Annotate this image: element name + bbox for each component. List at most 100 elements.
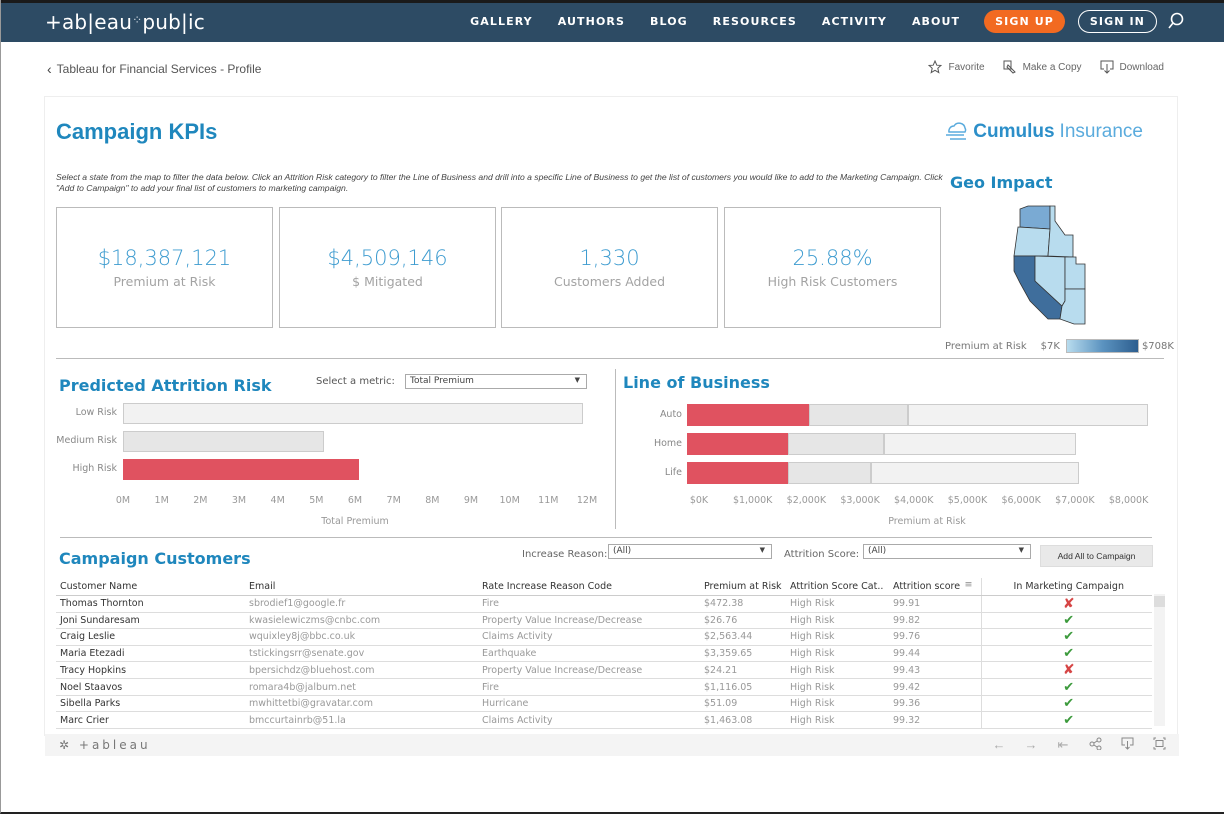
- download-button[interactable]: Download: [1100, 60, 1164, 74]
- bar-auto-low-risk[interactable]: [907, 404, 1148, 426]
- bar-high-risk[interactable]: [123, 459, 359, 480]
- search-icon[interactable]: [1167, 12, 1185, 30]
- bar-low-risk[interactable]: [123, 403, 584, 424]
- sort-icon[interactable]: ≡: [965, 579, 973, 590]
- table-row[interactable]: Noel Staavos romara4b@jalbum.net Fire $1,11…: [56, 678, 1152, 696]
- nav-authors[interactable]: AUTHORS: [558, 15, 625, 28]
- checkmark-icon[interactable]: ✔: [1063, 680, 1074, 695]
- undo-icon[interactable]: ←: [983, 737, 1015, 753]
- table-row[interactable]: Joni Sundaresam kwasielewiczms@cnbc.com Pr…: [56, 612, 1152, 630]
- bar-home-low-risk[interactable]: [883, 433, 1076, 455]
- customer-name-cell: Noel Staavos: [56, 678, 245, 696]
- revert-icon[interactable]: ⇤: [1047, 737, 1079, 753]
- col-premium[interactable]: Premium at Risk: [700, 578, 786, 596]
- category-label[interactable]: Home: [615, 438, 682, 449]
- download-icon[interactable]: [1111, 737, 1143, 753]
- in-campaign-cell[interactable]: ✔: [980, 612, 1152, 630]
- bar-home-high-risk[interactable]: [687, 433, 788, 455]
- checkmark-icon[interactable]: ✔: [1063, 646, 1074, 661]
- table-row[interactable]: Tracy Hopkins bpersichdz@bluehost.com Prop…: [56, 661, 1152, 680]
- x-tick-label: 1M: [154, 495, 169, 506]
- x-mark-icon[interactable]: ✘: [1063, 662, 1075, 678]
- score-cell: 99.91: [889, 595, 981, 613]
- bar-auto-high-risk[interactable]: [687, 404, 809, 426]
- legend-max: $708K: [1141, 340, 1174, 352]
- nav-blog[interactable]: BLOG: [650, 15, 688, 28]
- in-campaign-cell[interactable]: ✘: [980, 661, 1152, 680]
- category-label[interactable]: Low Risk: [45, 407, 117, 418]
- chevron-down-icon: ▼: [759, 546, 765, 554]
- category-label[interactable]: Medium Risk: [45, 435, 117, 446]
- scrollbar-thumb[interactable]: [1154, 596, 1165, 607]
- score-cell: 99.76: [889, 628, 981, 646]
- kpi-label: Customers Added: [553, 274, 666, 289]
- x-mark-icon[interactable]: ✘: [1063, 596, 1075, 612]
- col-email[interactable]: Email: [245, 578, 478, 596]
- category-cell: High Risk: [786, 645, 889, 663]
- nav-about[interactable]: ABOUT: [912, 15, 960, 28]
- add-all-to-campaign-button[interactable]: Add All to Campaign: [1040, 545, 1153, 567]
- category-cell: High Risk: [786, 628, 889, 646]
- fullscreen-icon[interactable]: [1143, 737, 1175, 753]
- table-row[interactable]: Sibella Parks mwhittetbi@gravatar.com Hurr…: [56, 695, 1152, 713]
- x-tick-label: 7M: [386, 495, 401, 506]
- table-row[interactable]: Maria Etezadi tstickingsrr@senate.gov Eart…: [56, 645, 1152, 663]
- bar-medium-risk[interactable]: [123, 431, 325, 452]
- checkmark-icon[interactable]: ✔: [1063, 629, 1074, 644]
- attrition-score-dropdown[interactable]: (All) ▼: [863, 544, 1031, 559]
- nav-resources[interactable]: RESOURCES: [713, 15, 797, 28]
- favorite-button[interactable]: Favorite: [928, 60, 985, 74]
- table-scrollbar[interactable]: [1154, 594, 1165, 726]
- checkmark-icon[interactable]: ✔: [1063, 696, 1074, 711]
- category-label[interactable]: High Risk: [45, 463, 117, 474]
- x-tick-label: $6,000K: [1001, 495, 1041, 506]
- col-in-campaign[interactable]: In Marketing Campaign: [980, 578, 1152, 596]
- in-campaign-cell[interactable]: ✔: [980, 711, 1152, 730]
- premium-cell: $1,463.08: [700, 711, 786, 730]
- in-campaign-cell[interactable]: ✔: [980, 645, 1152, 663]
- sign-up-button[interactable]: SIGN UP: [984, 10, 1065, 33]
- kpi-premium-at-risk: $18,387,121 Premium at Risk: [56, 207, 273, 328]
- col-reason[interactable]: Rate Increase Reason Code: [478, 578, 700, 596]
- col-score-label: Attrition score: [893, 580, 961, 592]
- bar-life-medium-risk[interactable]: [787, 462, 872, 484]
- nav-activity[interactable]: ACTIVITY: [822, 15, 887, 28]
- email-cell: sbrodief1@google.fr: [245, 595, 478, 613]
- checkmark-icon[interactable]: ✔: [1063, 713, 1074, 728]
- make-copy-button[interactable]: Make a Copy: [1003, 60, 1082, 74]
- table-row[interactable]: Craig Leslie wquixley8j@bbc.co.uk Claims A…: [56, 628, 1152, 646]
- nav-gallery[interactable]: GALLERY: [470, 15, 533, 28]
- state-oregon[interactable]: [1013, 226, 1051, 257]
- bar-auto-medium-risk[interactable]: [808, 404, 908, 426]
- in-campaign-cell[interactable]: ✔: [980, 628, 1152, 646]
- tableau-footer-logo[interactable]: ✲ +ableau: [59, 738, 151, 752]
- col-customer-name[interactable]: Customer Name: [56, 578, 245, 596]
- bar-life-low-risk[interactable]: [871, 462, 1079, 484]
- customer-name-cell: Thomas Thornton: [56, 595, 245, 613]
- state-washington[interactable]: [1019, 205, 1051, 230]
- category-label[interactable]: Life: [615, 467, 682, 478]
- bar-life-high-risk[interactable]: [687, 462, 788, 484]
- redo-icon[interactable]: →: [1015, 737, 1047, 753]
- bar-home-medium-risk[interactable]: [787, 433, 884, 455]
- in-campaign-cell[interactable]: ✔: [980, 695, 1152, 713]
- email-cell: bmccurtainrb@51.la: [245, 711, 478, 730]
- sign-in-button[interactable]: SIGN IN: [1077, 10, 1157, 33]
- dashboard: Campaign KPIs Cumulus Insurance Select a…: [44, 96, 1179, 756]
- state-idaho[interactable]: [1047, 205, 1074, 258]
- category-label[interactable]: Auto: [615, 409, 682, 420]
- col-category[interactable]: Attrition Score Cat..: [786, 578, 889, 596]
- table-row[interactable]: Marc Crier bmccurtainrb@51.la Claims Activ…: [56, 711, 1152, 730]
- metric-dropdown[interactable]: Total Premium ▼: [405, 374, 587, 389]
- back-link[interactable]: ‹ Tableau for Financial Services - Profi…: [47, 61, 261, 77]
- checkmark-icon[interactable]: ✔: [1063, 613, 1074, 628]
- table-row[interactable]: Thomas Thornton sbrodief1@google.fr Fire $4…: [56, 595, 1152, 613]
- kpi-high-risk-customers: 25.88% High Risk Customers: [724, 207, 941, 328]
- in-campaign-cell[interactable]: ✔: [980, 678, 1152, 696]
- state-utah[interactable]: [1064, 256, 1086, 290]
- col-score[interactable]: Attrition score ≡: [889, 578, 981, 596]
- increase-reason-dropdown[interactable]: (All) ▼: [608, 544, 772, 559]
- share-icon[interactable]: [1079, 737, 1111, 753]
- tableau-public-logo[interactable]: +ab|eau⁘pub|ic: [45, 10, 205, 34]
- in-campaign-cell[interactable]: ✘: [980, 595, 1152, 613]
